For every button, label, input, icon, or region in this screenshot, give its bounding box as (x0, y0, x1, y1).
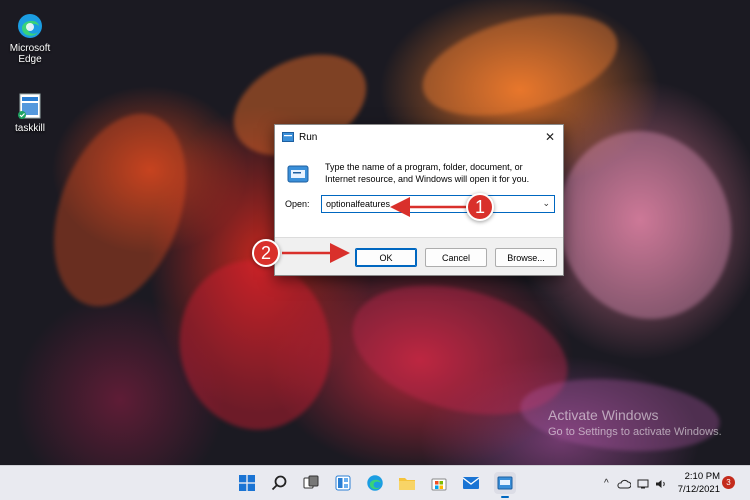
task-view-icon (303, 475, 319, 489)
volume-icon[interactable] (655, 479, 667, 489)
cloud-icon[interactable] (617, 479, 631, 489)
start-button[interactable] (236, 472, 258, 494)
store-icon (431, 478, 447, 491)
run-icon (497, 476, 513, 490)
mail-icon (462, 477, 480, 489)
taskbar-store[interactable] (428, 472, 450, 494)
widgets-icon (335, 475, 351, 491)
taskbar-file-explorer[interactable] (396, 472, 418, 494)
search-icon (271, 475, 287, 491)
widgets-button[interactable] (332, 472, 354, 494)
taskbar-mail[interactable] (460, 472, 482, 494)
file-explorer-icon (399, 478, 415, 490)
clock-date: 7/12/2021 (677, 484, 720, 495)
taskbar-run[interactable] (494, 472, 516, 498)
step-badge-1: 1 (466, 193, 494, 221)
system-tray: ^ (600, 466, 675, 500)
clock-time: 2:10 PM (684, 471, 720, 482)
edge-icon (367, 475, 383, 491)
start-icon (239, 475, 255, 491)
annotation-arrows (282, 197, 466, 263)
notification-badge[interactable]: 3 (722, 476, 735, 489)
chevron-up-icon[interactable]: ^ (604, 478, 609, 489)
search-button[interactable] (268, 472, 290, 494)
taskbar: ^ 2:10 PM 7/12/2021 3 (0, 465, 750, 500)
task-view-button[interactable] (300, 472, 322, 494)
step-badge-2: 2 (252, 239, 280, 267)
network-icon[interactable] (637, 479, 649, 489)
taskbar-edge[interactable] (364, 472, 386, 494)
taskbar-clock[interactable]: 2:10 PM 7/12/2021 (676, 470, 720, 496)
